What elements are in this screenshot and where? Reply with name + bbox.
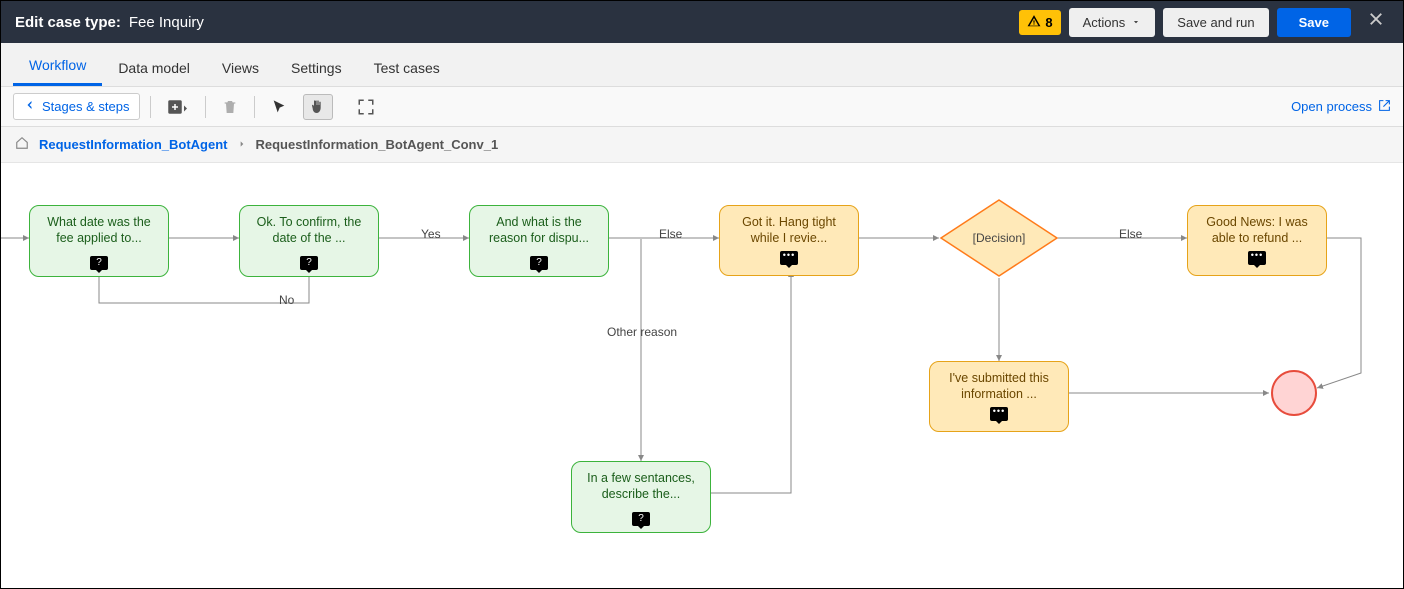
node-label: I've submitted this information ...: [938, 370, 1060, 403]
separator: [150, 96, 151, 118]
actions-button[interactable]: Actions: [1069, 8, 1156, 37]
breadcrumb-link[interactable]: RequestInformation_BotAgent: [39, 137, 228, 152]
edge-label-other-reason: Other reason: [607, 325, 677, 339]
header-bar: Edit case type: Fee Inquiry 8 Actions Sa…: [1, 1, 1403, 43]
flow-node-reason[interactable]: And what is the reason for dispu... ?: [469, 205, 609, 277]
tab-workflow[interactable]: Workflow: [13, 45, 102, 86]
question-bubble-icon: ?: [632, 507, 650, 526]
breadcrumb-current: RequestInformation_BotAgent_Conv_1: [256, 137, 499, 152]
edge-label-no: No: [279, 293, 294, 307]
breadcrumb: RequestInformation_BotAgent RequestInfor…: [1, 127, 1403, 163]
node-label: In a few sentances, describe the...: [580, 470, 702, 503]
node-label: Got it. Hang tight while I revie...: [728, 214, 850, 247]
open-process-label: Open process: [1291, 99, 1372, 114]
flow-node-hang-tight[interactable]: Got it. Hang tight while I revie...: [719, 205, 859, 276]
header-left: Edit case type: Fee Inquiry: [15, 14, 204, 31]
stages-steps-label: Stages & steps: [42, 99, 129, 114]
hand-pan-icon[interactable]: [303, 94, 333, 120]
breadcrumb-separator: [238, 137, 246, 152]
edge-label-yes: Yes: [421, 227, 441, 241]
message-bubble-icon: [780, 251, 798, 269]
header-title: Fee Inquiry: [129, 14, 204, 31]
open-process-link[interactable]: Open process: [1291, 99, 1391, 115]
save-button[interactable]: Save: [1277, 8, 1351, 37]
message-bubble-icon: [1248, 251, 1266, 269]
home-icon[interactable]: [15, 136, 29, 153]
workflow-canvas[interactable]: What date was the fee applied to... ? Ok…: [1, 163, 1403, 588]
flow-decision[interactable]: [Decision]: [939, 198, 1059, 278]
decision-label: [Decision]: [973, 231, 1026, 245]
message-bubble-icon: [990, 407, 1008, 425]
flow-node-describe[interactable]: In a few sentances, describe the... ?: [571, 461, 711, 533]
toolbar: Stages & steps Open process: [1, 87, 1403, 127]
stages-steps-button[interactable]: Stages & steps: [13, 93, 140, 120]
tab-views[interactable]: Views: [206, 48, 275, 86]
pointer-icon[interactable]: [265, 95, 293, 119]
fit-screen-icon[interactable]: [351, 94, 381, 120]
arrow-left-icon: [24, 99, 36, 114]
flow-node-confirm-date[interactable]: Ok. To confirm, the date of the ... ?: [239, 205, 379, 277]
toolbar-left: Stages & steps: [13, 93, 381, 120]
close-icon[interactable]: [1359, 10, 1389, 34]
tabs-bar: Workflow Data model Views Settings Test …: [1, 43, 1403, 87]
header-label: Edit case type:: [15, 14, 121, 31]
node-label: Good News: I was able to refund ...: [1196, 214, 1318, 247]
tab-test-cases[interactable]: Test cases: [358, 48, 456, 86]
external-link-icon: [1378, 99, 1391, 115]
node-label: And what is the reason for dispu...: [478, 214, 600, 247]
tab-data-model[interactable]: Data model: [102, 48, 206, 86]
flow-node-question-date[interactable]: What date was the fee applied to... ?: [29, 205, 169, 277]
edge-label-else-2: Else: [1119, 227, 1142, 241]
question-bubble-icon: ?: [300, 251, 318, 270]
warning-badge[interactable]: 8: [1019, 10, 1060, 35]
actions-label: Actions: [1083, 15, 1126, 30]
flow-node-submitted[interactable]: I've submitted this information ...: [929, 361, 1069, 432]
node-label: What date was the fee applied to...: [38, 214, 160, 247]
flow-node-good-news[interactable]: Good News: I was able to refund ...: [1187, 205, 1327, 276]
separator: [205, 96, 206, 118]
warning-count: 8: [1045, 15, 1052, 30]
edge-label-else-1: Else: [659, 227, 682, 241]
app-window: Edit case type: Fee Inquiry 8 Actions Sa…: [0, 0, 1404, 589]
chevron-down-icon: [1131, 15, 1141, 30]
separator: [254, 96, 255, 118]
question-bubble-icon: ?: [530, 251, 548, 270]
add-icon[interactable]: [161, 94, 195, 120]
trash-icon[interactable]: [216, 95, 244, 119]
tab-settings[interactable]: Settings: [275, 48, 358, 86]
warning-icon: [1027, 14, 1041, 31]
node-label: Ok. To confirm, the date of the ...: [248, 214, 370, 247]
question-bubble-icon: ?: [90, 251, 108, 270]
save-and-run-button[interactable]: Save and run: [1163, 8, 1268, 37]
flow-end[interactable]: [1271, 370, 1317, 416]
header-actions: 8 Actions Save and run Save: [1019, 8, 1389, 37]
